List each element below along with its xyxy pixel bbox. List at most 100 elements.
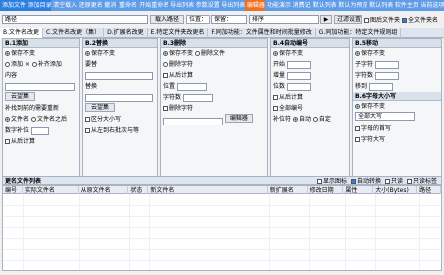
radio[interactable]: [5, 62, 10, 67]
radio-add[interactable]: 添加 × 补齐添加: [3, 59, 79, 70]
radio[interactable]: [5, 117, 10, 122]
check-fullname[interactable]: 全文件夹名: [402, 15, 438, 24]
toolbar-item[interactable]: 还原更名: [76, 0, 103, 11]
toolbar-item[interactable]: 导出列表: [219, 0, 245, 11]
check-box[interactable]: [163, 106, 168, 111]
radio-keep[interactable]: 保存不变: [83, 48, 157, 59]
batch-row[interactable]: 从左到右批次与等: [83, 125, 157, 136]
list-option[interactable]: 自动转换: [350, 176, 381, 185]
tab[interactable]: F.同加功能：文件属性和时间批量修改: [208, 28, 316, 38]
check-box[interactable]: [384, 179, 390, 184]
check-box[interactable]: [355, 137, 360, 142]
list-option[interactable]: 只读标签: [406, 176, 437, 185]
check-box[interactable]: [406, 179, 412, 184]
radio[interactable]: [31, 62, 37, 67]
check-box[interactable]: [316, 179, 322, 184]
tab[interactable]: B.文件名改更: [0, 28, 44, 38]
radio-keep[interactable]: 保存不变: [271, 48, 349, 59]
toolbar-item[interactable]: 软件主页: [392, 0, 419, 11]
radio[interactable]: [355, 51, 360, 56]
toolbar-item[interactable]: 默认列表: [310, 0, 337, 11]
radio[interactable]: [163, 62, 168, 67]
check-box[interactable]: [273, 106, 278, 111]
toolbar-item[interactable]: 重命名: [117, 0, 138, 11]
radio[interactable]: [5, 51, 10, 56]
radio[interactable]: [194, 51, 200, 56]
all-row[interactable]: 全部编号: [271, 103, 349, 114]
format-select[interactable]: 路径: [2, 15, 148, 24]
toolbar-item[interactable]: 添加目录: [25, 0, 52, 11]
editor-button[interactable]: 编辑器: [224, 114, 253, 123]
radio-keep[interactable]: 保存不变: [353, 48, 441, 59]
keep-select[interactable]: 保留：: [211, 15, 247, 24]
check-box[interactable]: [85, 117, 90, 122]
radio-keep[interactable]: 保存不变: [3, 48, 79, 59]
tab[interactable]: D.扩展名改更: [104, 28, 148, 38]
play-button[interactable]: ▶: [320, 15, 332, 24]
toolbar-item[interactable]: 开始重命名: [137, 0, 169, 11]
content-input[interactable]: [5, 82, 75, 91]
list-option[interactable]: 只读: [384, 176, 403, 185]
radio[interactable]: [273, 51, 278, 56]
tab[interactable]: G.同加功能：特定文件规则组: [316, 28, 402, 38]
cloud-button[interactable]: 云望集: [5, 92, 35, 101]
tab[interactable]: E.特定文件夹改更名: [148, 28, 209, 38]
radio-char[interactable]: 删除字符: [161, 59, 267, 70]
toolbar-item[interactable]: 功能演示: [265, 0, 291, 11]
digits-input[interactable]: [286, 82, 311, 91]
reverse-row[interactable]: 从后计算: [271, 92, 349, 103]
rep-input[interactable]: [85, 93, 153, 102]
case-row[interactable]: 区分大小写: [83, 114, 157, 125]
reverse-row[interactable]: 从后计算: [3, 136, 79, 147]
check-box[interactable]: [402, 18, 408, 23]
check-box[interactable]: [85, 128, 90, 133]
to-input[interactable]: [368, 82, 393, 91]
toolbar-item[interactable]: 默认为预览: [336, 0, 368, 11]
delchar-row[interactable]: 删除字符: [161, 103, 267, 114]
toolbar-item[interactable]: 清空载入: [51, 0, 77, 11]
check-box[interactable]: [163, 73, 168, 78]
file-list[interactable]: [2, 194, 442, 271]
sort-select[interactable]: 排序: [249, 15, 319, 24]
from-input[interactable]: [374, 60, 399, 69]
toolbar-item[interactable]: 参数设置: [193, 0, 220, 11]
radio[interactable]: [312, 117, 318, 122]
editor-input[interactable]: [163, 117, 223, 125]
radio-keep[interactable]: 保存不变 删除文件: [161, 48, 267, 59]
check-box[interactable]: [350, 179, 356, 184]
check-box[interactable]: [355, 126, 360, 131]
start-input[interactable]: [286, 60, 311, 69]
list-option[interactable]: 显示图标: [316, 176, 347, 185]
pos-input[interactable]: [176, 82, 207, 91]
toolbar-item[interactable]: 添加文件: [0, 0, 26, 11]
filter-button[interactable]: 过滤设置: [334, 15, 362, 24]
reverse-row[interactable]: 从后计算: [161, 70, 267, 81]
case-select[interactable]: 全部大写: [355, 112, 415, 121]
cloud-button[interactable]: 云望集: [85, 103, 115, 112]
radio[interactable]: [85, 51, 90, 56]
count-input[interactable]: [182, 93, 213, 102]
extra-row[interactable]: 字符大写: [353, 134, 441, 145]
load-path-button[interactable]: 载入路径: [150, 15, 184, 24]
check-box[interactable]: [273, 95, 278, 100]
toolbar-item[interactable]: 消费记: [290, 0, 311, 11]
radio-keep2[interactable]: 保存不变: [353, 101, 441, 112]
radio[interactable]: [163, 51, 168, 56]
check-subfolder[interactable]: 图后文件夹: [364, 15, 400, 24]
sent-row[interactable]: 字母的首写: [353, 123, 441, 134]
toolbar-item[interactable]: 编辑器: [244, 0, 266, 11]
step-input[interactable]: [286, 71, 311, 80]
tab[interactable]: C.文件名改更（集）: [43, 28, 105, 38]
find-input[interactable]: [85, 71, 153, 80]
toolbar-item[interactable]: 撤消: [102, 0, 118, 11]
check-box[interactable]: [5, 139, 10, 144]
toolbar-item[interactable]: 导出列表: [168, 0, 194, 11]
radio[interactable]: [30, 117, 36, 122]
fill-input[interactable]: [30, 126, 49, 135]
toolbar-item[interactable]: 当前选项: [418, 0, 444, 11]
radio[interactable]: [355, 104, 360, 109]
check-box[interactable]: [364, 18, 369, 23]
radio[interactable]: [292, 117, 298, 122]
toolbar-item[interactable]: 默认列表: [367, 0, 393, 11]
len-input[interactable]: [374, 71, 399, 80]
